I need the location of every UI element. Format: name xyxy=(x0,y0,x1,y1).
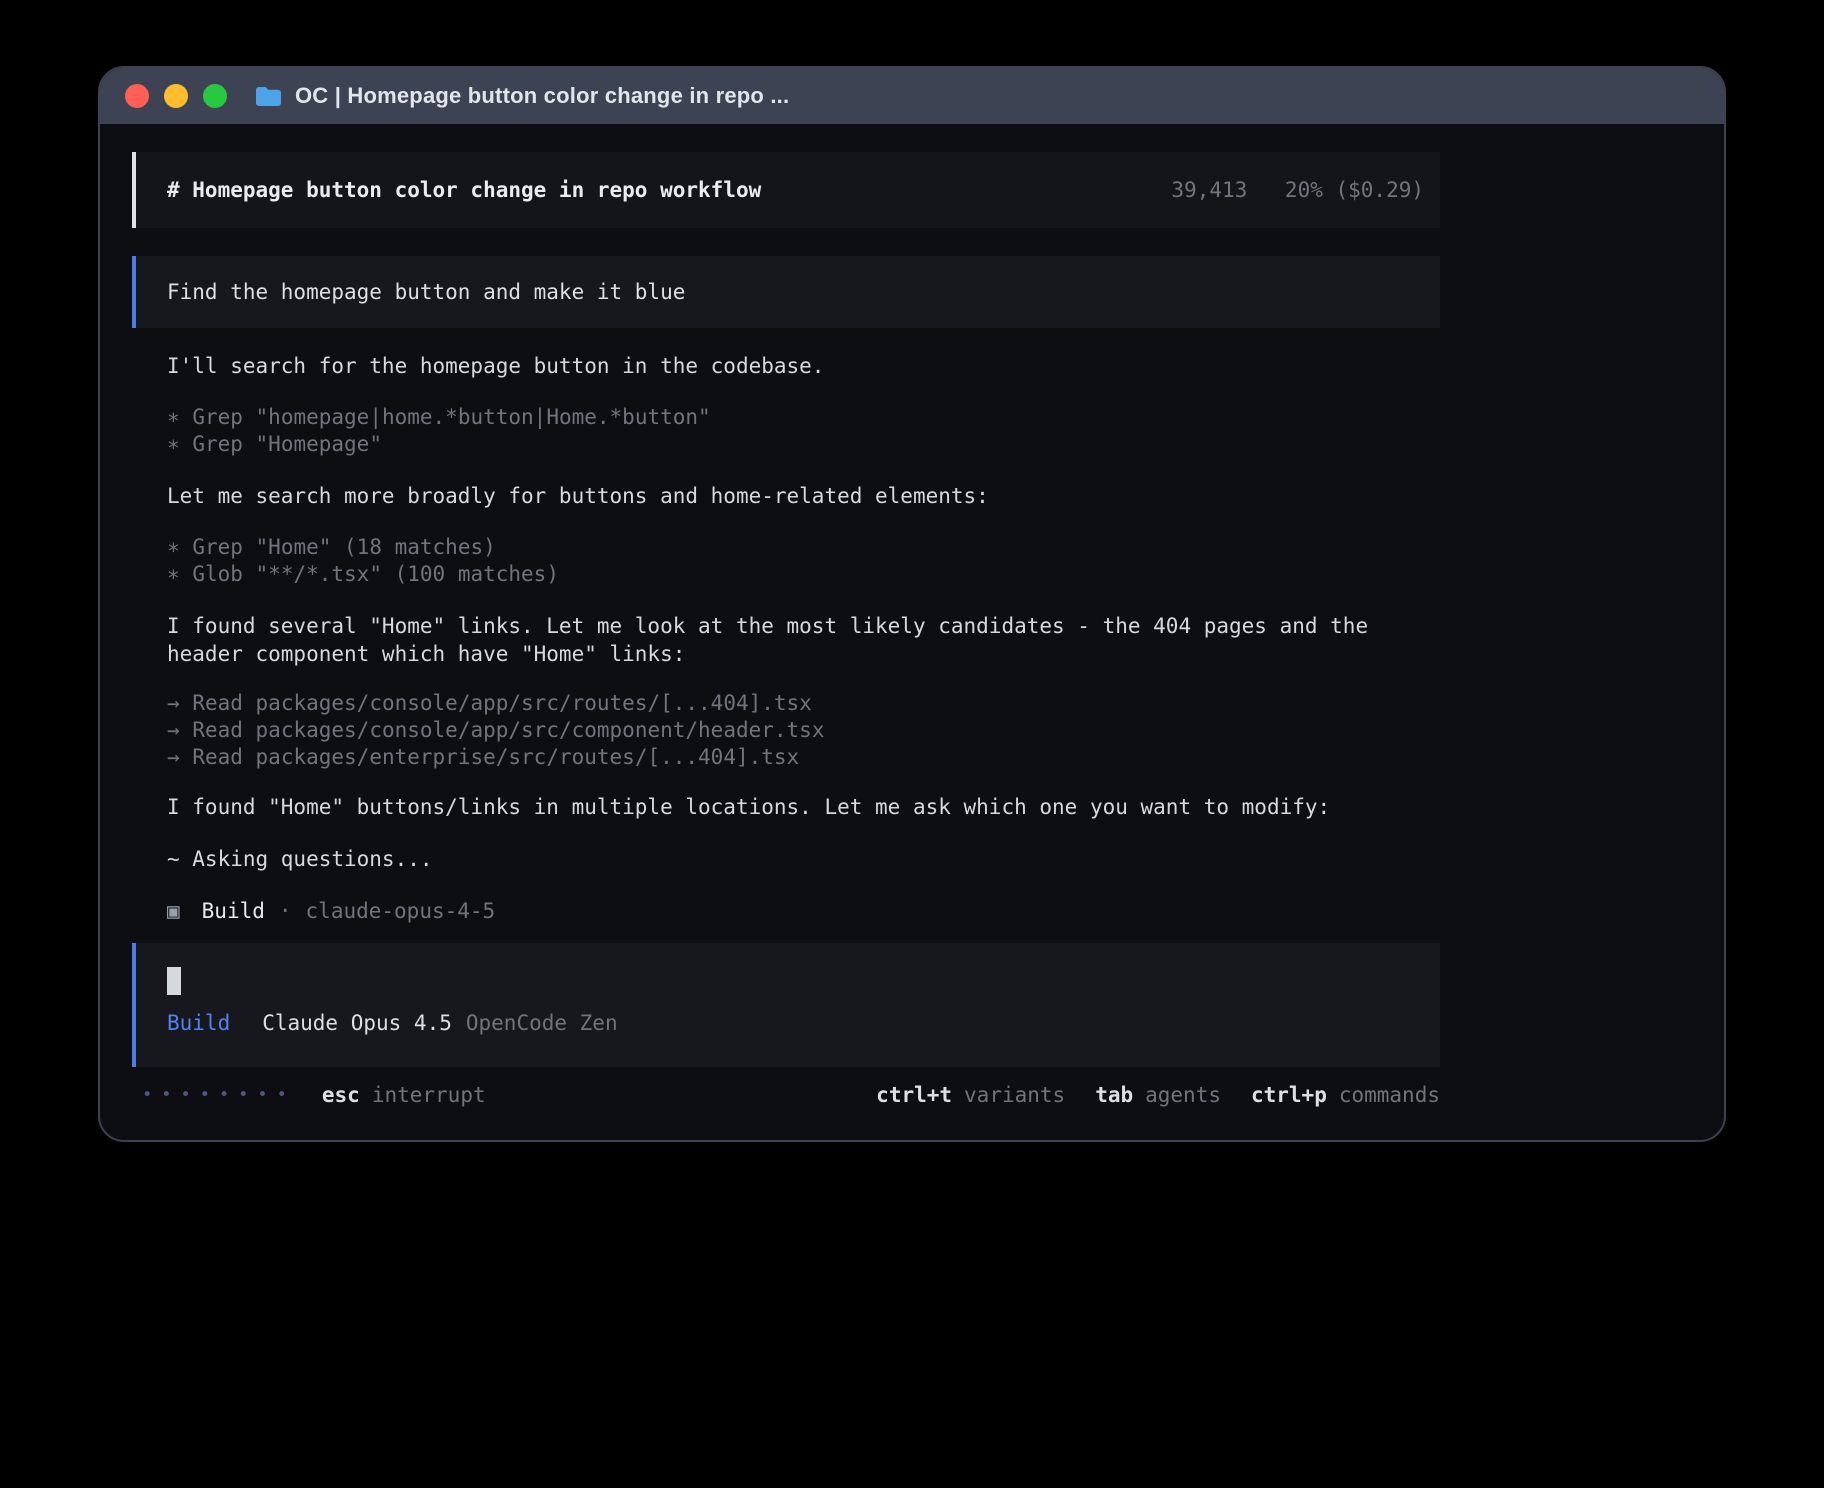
hint-key: ctrl+t xyxy=(876,1083,952,1107)
tool-call-group: → Read packages/console/app/src/routes/[… xyxy=(167,690,1440,771)
tool-bullet-icon: ∗ xyxy=(167,405,180,429)
tool-call-label: Grep "Home" (18 matches) xyxy=(192,535,495,559)
agent-status-line: ▣ Build · claude-opus-4-5 xyxy=(167,897,1440,925)
text-cursor xyxy=(167,967,181,995)
hint-commands: ctrl+p commands xyxy=(1251,1081,1440,1109)
input-provider: OpenCode Zen xyxy=(466,1011,618,1035)
assistant-text: I'll search for the homepage button in t… xyxy=(167,352,1440,380)
hint-label: agents xyxy=(1145,1083,1221,1107)
minimize-button[interactable] xyxy=(164,84,188,108)
tool-call-label: Read packages/enterprise/src/routes/[...… xyxy=(192,745,799,769)
hint-label: variants xyxy=(964,1083,1065,1107)
tool-call-label: Read packages/console/app/src/routes/[..… xyxy=(192,691,812,715)
read-arrow-icon: → xyxy=(167,745,180,769)
input-meta: Build Claude Opus 4.5 OpenCode Zen xyxy=(167,1009,1409,1037)
tool-bullet-icon: ∗ xyxy=(167,562,180,586)
agent-icon: ▣ xyxy=(167,899,180,923)
agent-name: Build xyxy=(202,899,265,923)
session-meta: 39,413 20% ($0.29) xyxy=(1171,176,1424,204)
hint-key: tab xyxy=(1095,1083,1133,1107)
assistant-status-text: ~ Asking questions... xyxy=(167,845,1440,873)
tool-call: ∗ Grep "homepage|home.*button|Home.*butt… xyxy=(167,404,1440,431)
tool-call: → Read packages/enterprise/src/routes/[.… xyxy=(167,744,1440,771)
tool-call-label: Glob "**/*.tsx" (100 matches) xyxy=(192,562,559,586)
session-header: # Homepage button color change in repo w… xyxy=(132,152,1440,228)
context-usage: 20% ($0.29) xyxy=(1285,178,1424,202)
folder-icon xyxy=(255,86,282,107)
esc-key: esc xyxy=(322,1083,360,1107)
read-arrow-icon: → xyxy=(167,691,180,715)
title-bar[interactable]: OC | Homepage button color change in rep… xyxy=(100,68,1724,124)
mode-indicator[interactable]: Build xyxy=(167,1011,230,1035)
read-arrow-icon: → xyxy=(167,718,180,742)
assistant-text: I found several "Home" links. Let me loo… xyxy=(167,612,1440,668)
status-footer: •••••••• esc interrupt ctrl+t variants tab… xyxy=(132,1081,1440,1109)
input-model: Claude Opus 4.5 xyxy=(262,1011,452,1035)
session-content: # Homepage button color change in repo w… xyxy=(132,152,1440,1109)
terminal-window: OC | Homepage button color change in rep… xyxy=(98,66,1726,1142)
prompt-input[interactable]: Build Claude Opus 4.5 OpenCode Zen xyxy=(132,943,1440,1067)
window-title: OC | Homepage button color change in rep… xyxy=(295,83,789,109)
tool-call: ∗ Grep "Homepage" xyxy=(167,431,1440,458)
tool-call: ∗ Grep "Home" (18 matches) xyxy=(167,534,1440,561)
tool-bullet-icon: ∗ xyxy=(167,432,180,456)
footer-hints: ctrl+t variants tab agents ctrl+p commands xyxy=(846,1081,1440,1109)
hint-key: ctrl+p xyxy=(1251,1083,1327,1107)
user-message-text: Find the homepage button and make it blu… xyxy=(167,280,685,304)
window-controls xyxy=(125,84,227,108)
assistant-text: Let me search more broadly for buttons a… xyxy=(167,482,1440,510)
tool-call-group: ∗ Grep "homepage|home.*button|Home.*butt… xyxy=(167,404,1440,458)
spinner-dots-icon: •••••••• xyxy=(142,1081,296,1109)
session-title: # Homepage button color change in repo w… xyxy=(167,176,761,204)
hint-agents: tab agents xyxy=(1095,1081,1221,1109)
token-count: 39,413 xyxy=(1171,178,1247,202)
tool-call: → Read packages/console/app/src/componen… xyxy=(167,717,1440,744)
hint-label: commands xyxy=(1339,1083,1440,1107)
tool-call: ∗ Glob "**/*.tsx" (100 matches) xyxy=(167,561,1440,588)
esc-label: interrupt xyxy=(372,1083,486,1107)
tool-call-label: Grep "Homepage" xyxy=(192,432,382,456)
esc-hint: esc interrupt xyxy=(322,1081,486,1109)
user-message: Find the homepage button and make it blu… xyxy=(132,256,1440,328)
separator-dot: · xyxy=(279,899,292,923)
footer-left: •••••••• esc interrupt xyxy=(142,1081,486,1109)
model-name: claude-opus-4-5 xyxy=(306,899,496,923)
tool-call-group: ∗ Grep "Home" (18 matches) ∗ Glob "**/*.… xyxy=(167,534,1440,588)
assistant-text: I found "Home" buttons/links in multiple… xyxy=(167,793,1440,821)
tool-bullet-icon: ∗ xyxy=(167,535,180,559)
zoom-button[interactable] xyxy=(203,84,227,108)
tool-call-label: Grep "homepage|home.*button|Home.*button… xyxy=(192,405,710,429)
hint-variants: ctrl+t variants xyxy=(876,1081,1065,1109)
tool-call: → Read packages/console/app/src/routes/[… xyxy=(167,690,1440,717)
close-button[interactable] xyxy=(125,84,149,108)
tool-call-label: Read packages/console/app/src/component/… xyxy=(192,718,824,742)
